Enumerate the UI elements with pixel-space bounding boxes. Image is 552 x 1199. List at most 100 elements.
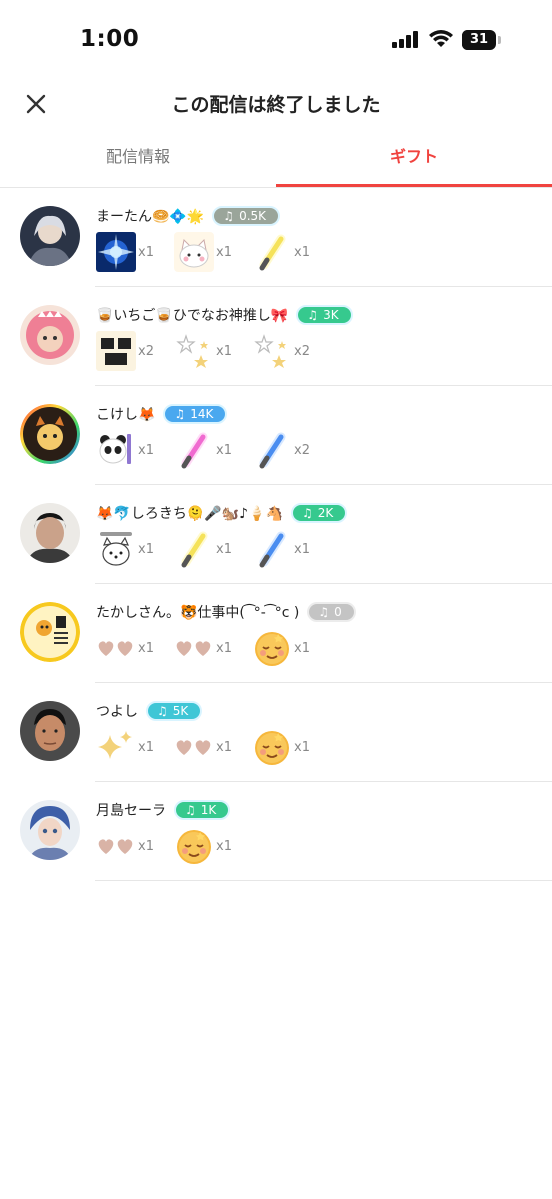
hearts-gift-icon [174, 628, 214, 668]
gift-count: x1 [216, 245, 232, 260]
blue-glowstick-gift-icon [252, 529, 292, 569]
gift-item: x1 [96, 826, 176, 866]
gifter-row[interactable]: たかしさん。🐯仕事中( ͡ °- ͡ °c ) ♫ 0 x1 x1 x1 [0, 584, 552, 683]
avatar[interactable] [20, 404, 80, 464]
music-note-icon: ♫ [301, 506, 313, 520]
listener-level-badge: ♫ 14K [163, 404, 228, 424]
gift-item: x1 [96, 232, 176, 272]
name-line: こけし🦊 ♫ 14K [96, 403, 228, 425]
badge-value: 0 [334, 605, 342, 619]
blue-energy-burst-gift-icon [96, 232, 136, 272]
yellow-glowstick-gift-icon [252, 232, 292, 272]
gifter-name: つよし [96, 704, 138, 720]
relieved-face-gift-icon [174, 826, 214, 866]
gift-item: x1 [174, 727, 254, 767]
gift-item: x1 [96, 727, 176, 767]
gift-item: x1 [96, 628, 176, 668]
relieved-face-gift-icon [252, 727, 292, 767]
avatar[interactable] [20, 503, 80, 563]
gifter-list: まーたん🥯💠🌟 ♫ 0.5K x1 x1 x1 🥃いちご🥃ひでなお神推し🎀 ♫ 3K x2… [0, 188, 552, 881]
avatar[interactable] [20, 800, 80, 860]
gift-item: x1 [252, 529, 332, 569]
battery-text: 31 [469, 32, 489, 47]
avatar[interactable] [20, 602, 80, 662]
gift-count: x1 [138, 839, 154, 854]
gift-count: x2 [138, 344, 154, 359]
name-line: 🦊🐬しろきち🫠🎤🐿️♪🍦🐴 ♫ 2K [96, 502, 348, 524]
gifter-name: 🥃いちご🥃ひでなお神推し🎀 [96, 308, 289, 324]
stars-gift-icon [252, 331, 292, 371]
gift-item: x2 [252, 331, 332, 371]
blue-glowstick-gift-icon [252, 430, 292, 470]
hearts-gift-icon [96, 826, 136, 866]
badge-value: 5K [172, 704, 189, 718]
gifter-row[interactable]: 月島セーラ ♫ 1K x1 x1 [0, 782, 552, 881]
gift-item: x1 [174, 232, 254, 272]
hearts-gift-icon [96, 628, 136, 668]
gifter-row[interactable]: 🥃いちご🥃ひでなお神推し🎀 ♫ 3K x2 x1 x2 [0, 287, 552, 386]
avatar[interactable] [20, 701, 80, 761]
listener-level-badge: ♫ 5K [146, 701, 203, 721]
cat-sticker-gift-icon [174, 232, 214, 272]
dog-sticker-gift-icon [96, 529, 136, 569]
gift-count: x1 [138, 245, 154, 260]
tab-gifts[interactable]: ギフト [276, 130, 552, 188]
listener-level-badge: ♫ 1K [174, 800, 231, 820]
avatar[interactable] [20, 305, 80, 365]
gift-item: x1 [96, 430, 176, 470]
gift-count: x1 [138, 443, 154, 458]
gift-item: x1 [174, 331, 254, 371]
gifter-name: 月島セーラ [96, 803, 166, 819]
badge-value: 1K [200, 803, 217, 817]
gift-count: x2 [294, 344, 310, 359]
gift-count: x1 [216, 839, 232, 854]
gifter-row[interactable]: まーたん🥯💠🌟 ♫ 0.5K x1 x1 x1 [0, 188, 552, 287]
gift-item: x2 [252, 430, 332, 470]
avatar[interactable] [20, 206, 80, 266]
gift-item: x1 [252, 232, 332, 272]
header: この配信は終了しました [0, 80, 552, 128]
row-divider [95, 880, 552, 881]
gift-item: x1 [174, 430, 254, 470]
badge-value: 0.5K [239, 209, 267, 223]
listener-level-badge: ♫ 0.5K [212, 206, 281, 226]
music-note-icon: ♫ [157, 704, 168, 718]
gift-count: x1 [294, 245, 310, 260]
music-note-icon: ♫ [318, 605, 330, 619]
gift-item: x1 [96, 529, 176, 569]
tab-bar: 配信情報 ギフト [0, 130, 552, 188]
stars-gift-icon [174, 331, 214, 371]
badge-value: 3K [323, 308, 339, 322]
gifter-row[interactable]: つよし ♫ 5K x1 x1 x1 [0, 683, 552, 782]
music-note-icon: ♫ [174, 407, 186, 421]
yellow-glowstick-gift-icon [174, 529, 214, 569]
gifter-name: こけし🦊 [96, 407, 156, 423]
gifter-name: たかしさん。🐯仕事中( ͡ °- ͡ °c ) [96, 605, 300, 621]
pink-glowstick-gift-icon [174, 430, 214, 470]
gifter-row[interactable]: 🦊🐬しろきち🫠🎤🐿️♪🍦🐴 ♫ 2K x1 x1 x1 [0, 485, 552, 584]
name-line: まーたん🥯💠🌟 ♫ 0.5K [96, 205, 281, 227]
wifi-icon [429, 30, 453, 47]
gift-count: x1 [294, 740, 310, 755]
gifter-row[interactable]: こけし🦊 ♫ 14K x1 x1 x2 [0, 386, 552, 485]
strongest-text-sticker-gift-icon [96, 331, 136, 371]
relieved-face-gift-icon [252, 628, 292, 668]
listener-level-badge: ♫ 0 [307, 602, 356, 622]
gifter-name: 🦊🐬しろきち🫠🎤🐿️♪🍦🐴 [96, 506, 283, 522]
gift-item: x1 [252, 727, 332, 767]
tab-stream-info[interactable]: 配信情報 [0, 130, 276, 188]
gift-count: x1 [216, 344, 232, 359]
gift-item: x1 [174, 826, 254, 866]
gift-count: x1 [216, 542, 232, 557]
gift-count: x2 [294, 443, 310, 458]
hearts-gift-icon [174, 727, 214, 767]
gift-count: x1 [294, 542, 310, 557]
gift-count: x1 [138, 641, 154, 656]
gift-count: x1 [294, 641, 310, 656]
badge-value: 2K [317, 506, 334, 520]
gift-count: x1 [138, 542, 154, 557]
gift-item: x1 [174, 628, 254, 668]
cellular-signal-icon [392, 31, 420, 48]
gift-count: x1 [216, 443, 232, 458]
gifter-name: まーたん🥯💠🌟 [96, 209, 205, 225]
